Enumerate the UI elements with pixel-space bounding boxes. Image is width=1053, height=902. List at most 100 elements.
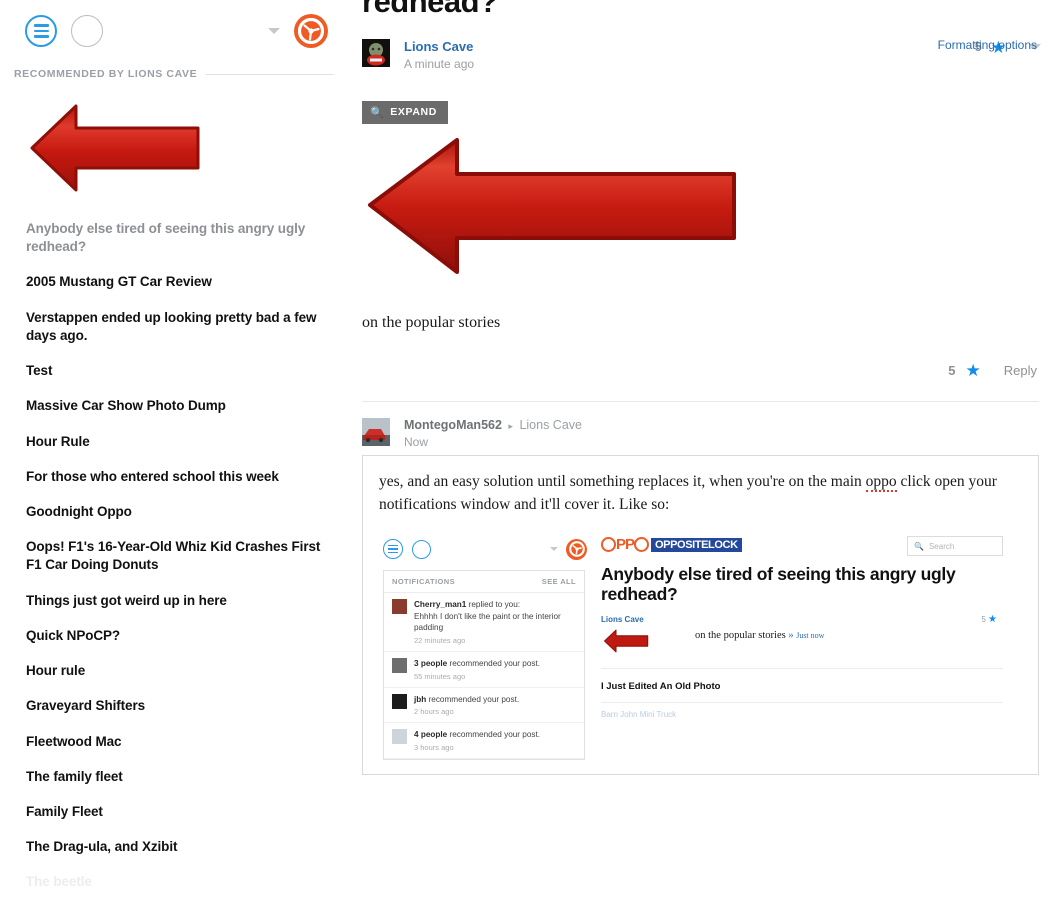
comment-parent-blog[interactable]: Lions Cave (519, 418, 582, 432)
expand-button[interactable]: 🔍 EXPAND (362, 100, 448, 124)
see-all-link[interactable]: SEE ALL (542, 577, 576, 586)
notification-actor: jbh (414, 694, 427, 704)
avatar (392, 693, 407, 709)
notification-item[interactable]: 4 people recommended your post. 3 hours … (384, 723, 584, 759)
embedded-screenshot[interactable]: NOTIFICATIONS SEE ALL Cherry_man1 replie… (377, 530, 1013, 766)
embedded-post-image (601, 628, 657, 654)
comment-timestamp: Now (404, 434, 429, 449)
sidebar-item[interactable]: Hour rule (26, 662, 322, 680)
hamburger-menu-icon[interactable] (383, 539, 403, 560)
author-name[interactable]: Lions Cave (404, 39, 474, 54)
expand-button-label: EXPAND (390, 106, 437, 119)
embedded-next-post-title[interactable]: I Just Edited An Old Photo (601, 681, 1003, 692)
notification-body: Cherry_man1 replied to you: Ehhhh I don'… (414, 599, 576, 645)
notification-actor: 4 people (414, 730, 448, 740)
avatar (392, 657, 407, 673)
comment-author-line: MontegoMan562 ▸ Lions Cave (404, 418, 582, 432)
comment-header: MontegoMan562 ▸ Lions Cave Now Formattin… (348, 38, 1053, 449)
divider (601, 701, 1003, 703)
comment-editor[interactable]: yes, and an easy solution until somethin… (362, 454, 1039, 775)
reply-button[interactable]: Reply (1004, 363, 1037, 378)
recommended-label: RECOMMENDED BY LIONS CAVE (14, 68, 198, 80)
sidebar-item[interactable]: The family fleet (26, 768, 322, 786)
avatar (392, 599, 407, 615)
embedded-line-time: Just now (796, 630, 825, 640)
comment-editor-text[interactable]: yes, and an easy solution until somethin… (363, 456, 1038, 517)
main-content: redhead? Lions Cave A minute ago 5 ★ 🔍 E… (348, 0, 1053, 902)
star-icon[interactable]: ★ (966, 362, 981, 379)
embedded-right-column: PP OPPOSITELOCK 🔍 Search Anybody else ti… (595, 530, 1013, 765)
notification-item[interactable]: jbh recommended your post. 2 hours ago (384, 688, 584, 724)
divider (601, 667, 1003, 669)
oppositelock-wheel-icon[interactable] (294, 14, 328, 48)
notification-body: jbh recommended your post. 2 hours ago (414, 694, 519, 717)
notification-item[interactable]: 3 people recommended your post. 55 minut… (384, 652, 584, 688)
notifications-header: NOTIFICATIONS SEE ALL (384, 571, 584, 594)
sidebar-item[interactable]: Verstappen ended up looking pretty bad a… (26, 309, 322, 345)
post-image[interactable] (362, 130, 742, 280)
notification-actor: 3 people (414, 658, 448, 668)
sidebar-item[interactable]: Oops! F1's 16-Year-Old Whiz Kid Crashes … (26, 538, 322, 574)
notification-action: replied to you: (466, 600, 521, 610)
notification-item[interactable]: Cherry_man1 replied to you: Ehhhh I don'… (384, 593, 584, 652)
notification-action: recommended your post. (447, 730, 541, 740)
oppo-wheel-left-icon (601, 537, 616, 553)
embedded-brand-row: PP OPPOSITELOCK 🔍 Search (601, 536, 1003, 557)
search-icon: 🔍 (370, 106, 385, 119)
user-avatar[interactable] (412, 539, 431, 559)
sidebar-topbar (0, 0, 348, 62)
score-value: 5 (981, 614, 986, 624)
hamburger-menu-icon[interactable] (25, 15, 57, 47)
embedded-topbar (377, 534, 595, 564)
sidebar-item[interactable]: Things just got weird up in here (26, 592, 322, 610)
author-meta: Lions Cave A minute ago (404, 39, 474, 71)
sidebar-thumbnail[interactable] (26, 98, 226, 198)
user-avatar[interactable] (71, 15, 103, 47)
sidebar-item[interactable]: The beetle (26, 873, 322, 891)
sidebar-item[interactable]: Quick NPoCP? (26, 627, 322, 645)
sidebar-item[interactable]: Anybody else tired of seeing this angry … (26, 220, 322, 256)
embedded-left-column: NOTIFICATIONS SEE ALL Cherry_man1 replie… (377, 530, 595, 765)
sidebar-item[interactable]: Graveyard Shifters (26, 697, 322, 715)
embedded-score: 5 ★ (981, 614, 997, 625)
sidebar-item[interactable]: Hour Rule (26, 433, 322, 451)
notifications-title: NOTIFICATIONS (392, 577, 455, 587)
notification-body: 3 people recommended your post. 55 minut… (414, 658, 540, 681)
search-input[interactable]: 🔍 Search (907, 536, 1003, 557)
spellcheck-word: oppo (865, 472, 897, 492)
oppo-wordmark: PP (616, 536, 635, 554)
editor-text-part-1: yes, and an easy solution until somethin… (379, 472, 866, 490)
notification-time: 22 minutes ago (414, 635, 466, 645)
notification-time: 2 hours ago (414, 707, 454, 717)
sidebar-item[interactable]: Test (26, 362, 322, 380)
recommended-header: RECOMMENDED BY LIONS CAVE (0, 68, 348, 80)
chevron-down-icon[interactable] (550, 547, 558, 552)
sidebar-item[interactable]: 2005 Mustang GT Car Review (26, 273, 322, 291)
oppositelock-wheel-icon[interactable] (566, 538, 587, 560)
sidebar-item[interactable]: Fleetwood Mac (26, 733, 322, 751)
sidebar-item[interactable]: The Drag-ula, and Xzibit (26, 838, 322, 856)
comment-author[interactable]: MontegoMan562 (404, 418, 502, 432)
embedded-post-line: on the popular stories » Just now (601, 628, 1003, 654)
reply-score-value: 5 (948, 362, 956, 378)
embedded-faint-link[interactable]: Barn John Mini Truck (601, 710, 1003, 719)
post-actions: 5 ★ Reply (348, 362, 1053, 379)
avatar[interactable] (362, 38, 390, 67)
sidebar-item[interactable]: Goodnight Oppo (26, 503, 322, 521)
avatar (392, 729, 407, 745)
notification-body: 4 people recommended your post. 3 hours … (414, 729, 540, 752)
oppo-logo[interactable]: PP OPPOSITELOCK (601, 536, 742, 553)
sidebar-item[interactable]: For those who entered school this week (26, 468, 322, 486)
notification-detail: Ehhhh I don't like the paint or the inte… (414, 611, 561, 633)
divider (362, 400, 1039, 402)
avatar[interactable] (362, 417, 390, 446)
notification-time: 3 hours ago (414, 742, 454, 752)
chevron-right-icon: » (788, 629, 794, 641)
embedded-author[interactable]: Lions Cave (601, 615, 1003, 624)
sidebar-item[interactable]: Family Fleet (26, 803, 322, 821)
chevron-down-icon[interactable] (268, 28, 280, 34)
formatting-options-link[interactable]: Formatting options (938, 38, 1037, 52)
embedded-line-text: on the popular stories » Just now (695, 630, 824, 641)
sidebar-item[interactable]: Massive Car Show Photo Dump (26, 397, 322, 415)
star-icon[interactable]: ★ (988, 614, 997, 625)
